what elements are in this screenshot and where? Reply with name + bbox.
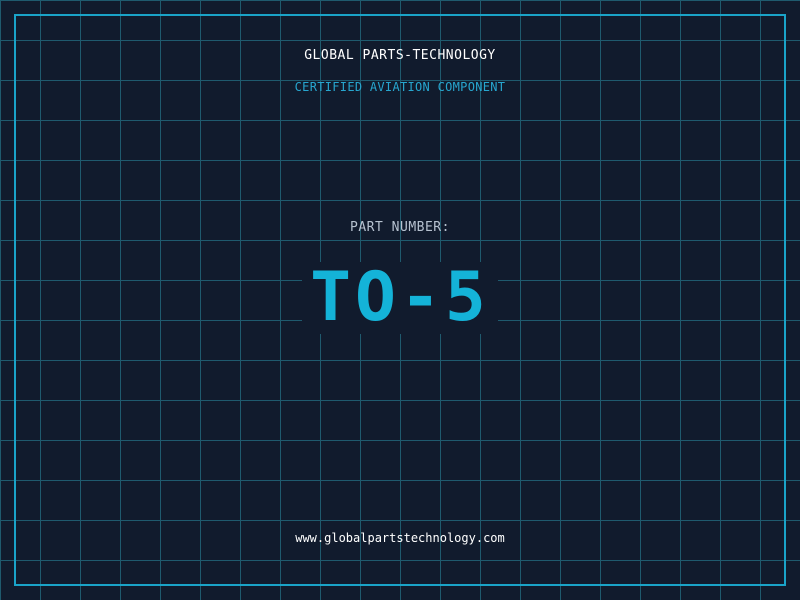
part-label-card: GLOBAL PARTS-TECHNOLOGY CERTIFIED AVIATI… bbox=[0, 0, 800, 600]
tagline: CERTIFIED AVIATION COMPONENT bbox=[294, 80, 506, 94]
website-url: www.globalpartstechnology.com bbox=[295, 531, 505, 545]
part-number-label: PART NUMBER: bbox=[350, 220, 450, 235]
part-number-value: TO-5 bbox=[302, 262, 498, 334]
company-name: GLOBAL PARTS-TECHNOLOGY bbox=[304, 48, 496, 63]
part-number-container: TO-5 bbox=[0, 262, 800, 334]
